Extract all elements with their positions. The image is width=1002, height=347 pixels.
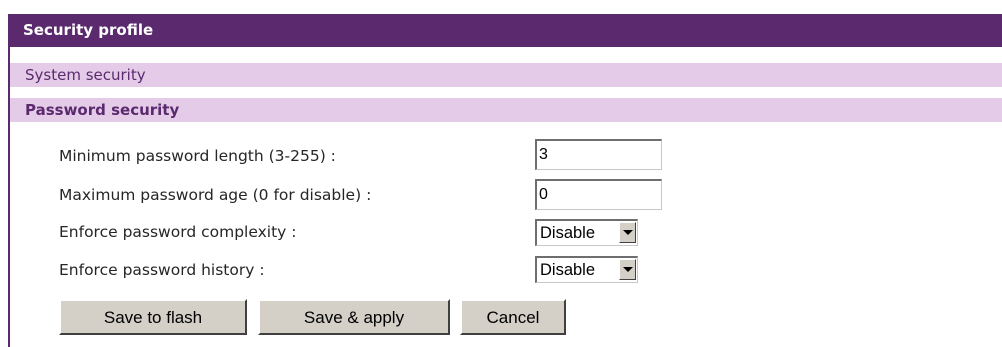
complexity-label: Enforce password complexity : — [59, 223, 297, 241]
history-select[interactable]: Disable — [535, 256, 638, 283]
max-age-input[interactable] — [535, 179, 662, 210]
chevron-down-icon[interactable] — [619, 222, 636, 243]
save-and-apply-button[interactable]: Save & apply — [258, 299, 450, 335]
section-system-security[interactable] — [10, 63, 1002, 87]
chevron-down-icon[interactable] — [619, 259, 636, 280]
history-select-value: Disable — [540, 261, 596, 279]
cancel-button[interactable]: Cancel — [460, 299, 566, 335]
section-password-security-label: Password security — [25, 101, 180, 119]
save-to-flash-button[interactable]: Save to flash — [59, 299, 247, 335]
page-title: Security profile — [23, 21, 154, 39]
history-label: Enforce password history : — [59, 261, 265, 279]
max-age-label: Maximum password age (0 for disable) : — [59, 186, 372, 204]
complexity-select[interactable]: Disable — [535, 219, 638, 246]
complexity-select-value: Disable — [540, 224, 596, 242]
min-length-label: Minimum password length (3-255) : — [59, 147, 336, 165]
min-length-input[interactable] — [535, 139, 662, 170]
section-system-security-label[interactable]: System security — [25, 63, 146, 87]
page-header — [8, 14, 1002, 47]
